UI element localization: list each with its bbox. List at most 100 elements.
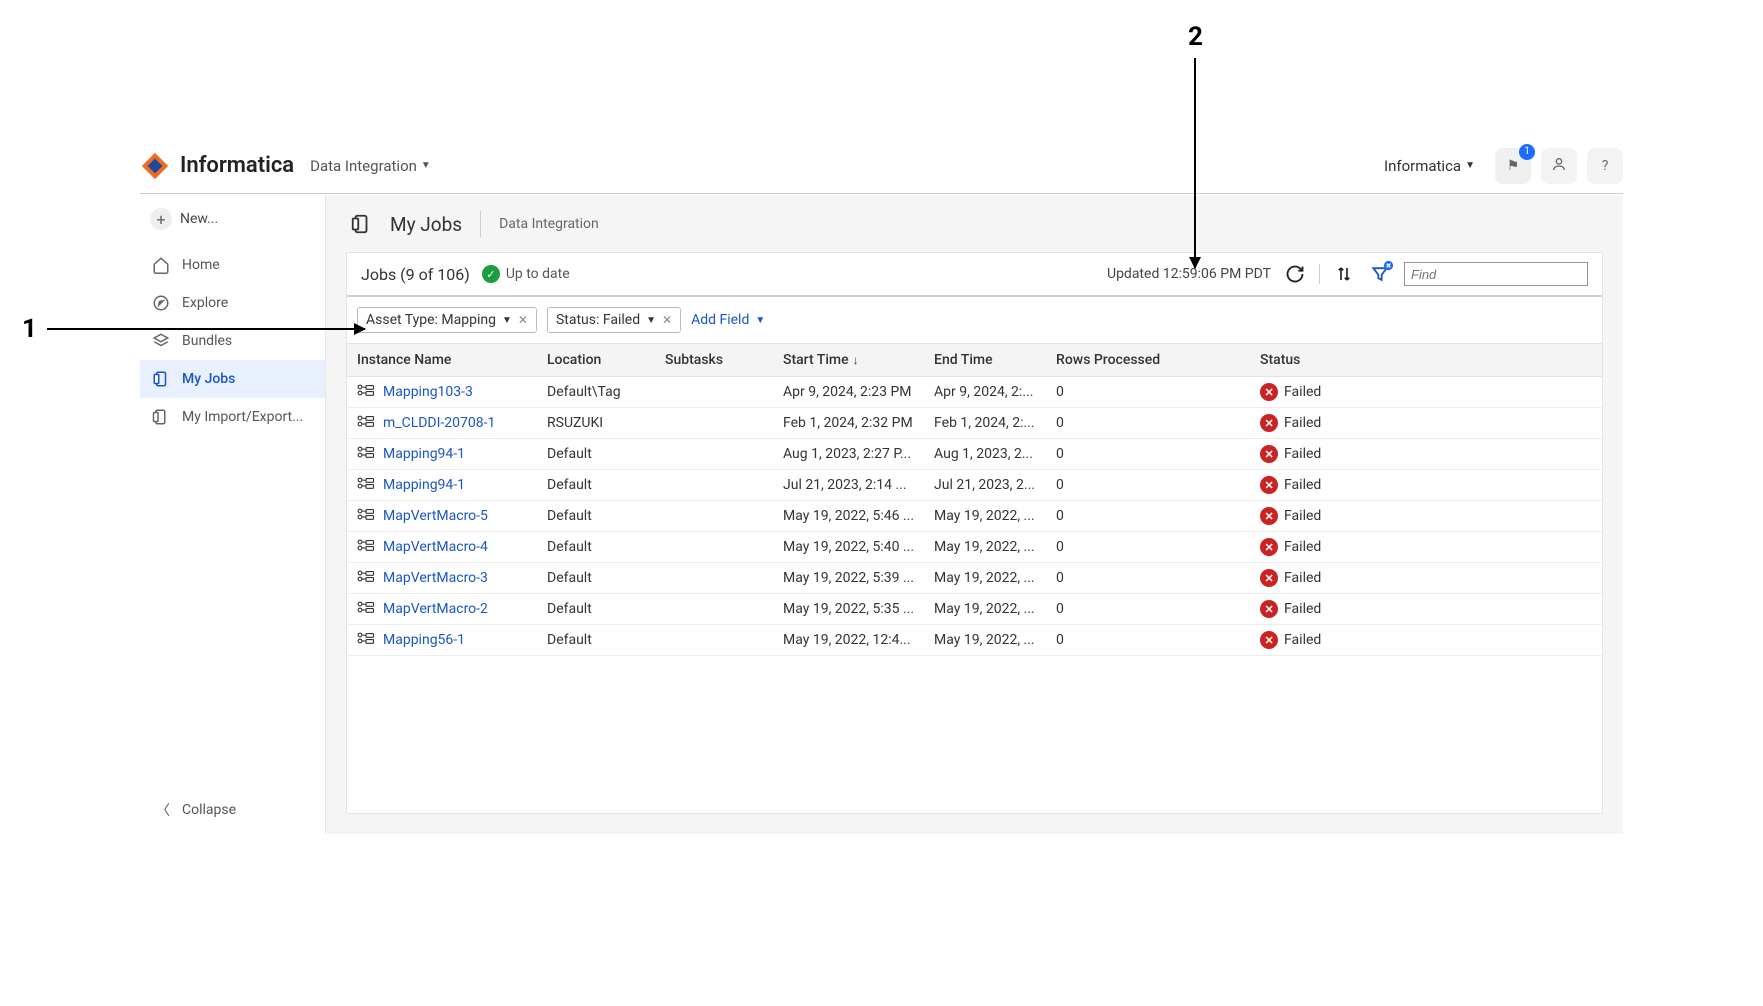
mapping-icon bbox=[357, 445, 375, 463]
chevron-down-icon: ▼ bbox=[502, 315, 512, 326]
mapping-icon bbox=[357, 414, 375, 432]
help-button[interactable]: ? bbox=[1587, 148, 1623, 184]
col-start-label: Start Time bbox=[783, 352, 849, 368]
instance-link[interactable]: m_CLDDI-20708-1 bbox=[383, 415, 495, 431]
jobs-icon bbox=[152, 370, 170, 388]
org-picker[interactable]: Informatica ▼ bbox=[1384, 157, 1475, 175]
sidebar-item-label: Explore bbox=[182, 295, 228, 311]
cell-rows-processed: 0 bbox=[1046, 377, 1250, 408]
cell-end-time: May 19, 2022, ... bbox=[924, 594, 1046, 625]
find-input[interactable] bbox=[1404, 262, 1588, 286]
check-circle-icon: ✓ bbox=[482, 265, 500, 283]
sidebar-item-my-jobs[interactable]: My Jobs bbox=[140, 360, 325, 398]
new-label: New... bbox=[180, 211, 218, 227]
chevron-left-icon: 〈 bbox=[156, 800, 170, 820]
cell-subtasks bbox=[655, 625, 773, 656]
brand-block: Informatica Data Integration ▼ bbox=[140, 151, 431, 181]
table-header-row: Instance Name Location Subtasks Start Ti… bbox=[347, 344, 1602, 377]
table-row: Mapping94-1DefaultJul 21, 2023, 2:14 ...… bbox=[347, 470, 1602, 501]
instance-link[interactable]: Mapping103-3 bbox=[383, 384, 473, 400]
instance-link[interactable]: MapVertMacro-4 bbox=[383, 539, 488, 555]
notification-badge: 1 bbox=[1519, 144, 1535, 160]
informatica-logo-icon bbox=[140, 151, 170, 181]
sidebar-item-import-export[interactable]: My Import/Export... bbox=[140, 398, 325, 436]
callout-2-number: 2 bbox=[1188, 22, 1203, 52]
cell-location: Default\Tag bbox=[537, 377, 655, 408]
status-label: Failed bbox=[1284, 477, 1321, 493]
cell-subtasks bbox=[655, 532, 773, 563]
status-label: Failed bbox=[1284, 415, 1321, 431]
cell-rows-processed: 0 bbox=[1046, 563, 1250, 594]
cell-start-time: May 19, 2022, 5:40 ... bbox=[773, 532, 924, 563]
mapping-icon bbox=[357, 569, 375, 587]
remove-filter-icon[interactable]: ✕ bbox=[518, 313, 528, 327]
filter-chip-status[interactable]: Status: Failed ▼ ✕ bbox=[547, 307, 681, 333]
product-picker[interactable]: Data Integration ▼ bbox=[310, 157, 431, 175]
chevron-down-icon: ▼ bbox=[421, 160, 431, 171]
instance-link[interactable]: MapVertMacro-3 bbox=[383, 570, 488, 586]
error-circle-icon: ✕ bbox=[1260, 538, 1278, 556]
sort-desc-icon: ↓ bbox=[853, 353, 859, 367]
status-label: Failed bbox=[1284, 446, 1321, 462]
help-icon: ? bbox=[1602, 158, 1609, 174]
col-rows-processed[interactable]: Rows Processed bbox=[1046, 344, 1250, 377]
instance-link[interactable]: MapVertMacro-5 bbox=[383, 508, 488, 524]
cell-start-time: Feb 1, 2024, 2:32 PM bbox=[773, 408, 924, 439]
sidebar-item-home[interactable]: Home bbox=[140, 246, 325, 284]
jobs-table: Instance Name Location Subtasks Start Ti… bbox=[347, 343, 1602, 656]
cell-location: Default bbox=[537, 470, 655, 501]
remove-filter-icon[interactable]: ✕ bbox=[662, 313, 672, 327]
filter-chip-asset-type[interactable]: Asset Type: Mapping ▼ ✕ bbox=[357, 307, 537, 333]
mapping-icon bbox=[357, 476, 375, 494]
cell-subtasks bbox=[655, 408, 773, 439]
col-subtasks[interactable]: Subtasks bbox=[655, 344, 773, 377]
collapse-button[interactable]: 〈 Collapse bbox=[140, 786, 325, 834]
cell-end-time: Feb 1, 2024, 2:... bbox=[924, 408, 1046, 439]
sidebar-item-label: My Import/Export... bbox=[182, 409, 303, 425]
cell-subtasks bbox=[655, 470, 773, 501]
add-field-label: Add Field bbox=[691, 312, 749, 328]
new-button[interactable]: + New... bbox=[150, 204, 315, 234]
add-field-button[interactable]: Add Field ▼ bbox=[691, 312, 765, 328]
user-icon bbox=[1551, 156, 1567, 176]
col-status[interactable]: Status bbox=[1250, 344, 1602, 377]
cell-subtasks bbox=[655, 439, 773, 470]
instance-link[interactable]: Mapping56-1 bbox=[383, 632, 465, 648]
refresh-button[interactable] bbox=[1283, 262, 1307, 286]
error-circle-icon: ✕ bbox=[1260, 476, 1278, 494]
chevron-down-icon: ▼ bbox=[646, 315, 656, 326]
callout-1-arrow bbox=[47, 328, 365, 330]
divider bbox=[480, 211, 481, 237]
filter-button[interactable] bbox=[1368, 262, 1392, 286]
error-circle-icon: ✕ bbox=[1260, 445, 1278, 463]
cell-location: Default bbox=[537, 532, 655, 563]
sort-button[interactable] bbox=[1332, 262, 1356, 286]
cell-subtasks bbox=[655, 563, 773, 594]
instance-link[interactable]: MapVertMacro-2 bbox=[383, 601, 488, 617]
sidebar-item-label: My Jobs bbox=[182, 371, 235, 387]
instance-link[interactable]: Mapping94-1 bbox=[383, 446, 465, 462]
mapping-icon bbox=[357, 507, 375, 525]
col-instance[interactable]: Instance Name bbox=[347, 344, 537, 377]
notifications-button[interactable]: ⚑ 1 bbox=[1495, 148, 1531, 184]
col-end-time[interactable]: End Time bbox=[924, 344, 1046, 377]
instance-link[interactable]: Mapping94-1 bbox=[383, 477, 465, 493]
panel-toolbar: Jobs (9 of 106) ✓ Up to date Updated 12:… bbox=[347, 253, 1602, 297]
user-button[interactable] bbox=[1541, 148, 1577, 184]
col-location[interactable]: Location bbox=[537, 344, 655, 377]
callout-2-arrow bbox=[1194, 58, 1196, 268]
cell-rows-processed: 0 bbox=[1046, 625, 1250, 656]
flag-icon: ⚑ bbox=[1507, 158, 1520, 174]
cell-location: Default bbox=[537, 563, 655, 594]
cell-start-time: May 19, 2022, 12:4... bbox=[773, 625, 924, 656]
cell-location: RSUZUKI bbox=[537, 408, 655, 439]
table-row: Mapping94-1DefaultAug 1, 2023, 2:27 P...… bbox=[347, 439, 1602, 470]
error-circle-icon: ✕ bbox=[1260, 507, 1278, 525]
plus-icon: + bbox=[150, 208, 172, 230]
table-row: Mapping56-1DefaultMay 19, 2022, 12:4...M… bbox=[347, 625, 1602, 656]
cell-end-time: May 19, 2022, ... bbox=[924, 532, 1046, 563]
filter-chip-label: Asset Type: Mapping bbox=[366, 312, 496, 328]
error-circle-icon: ✕ bbox=[1260, 569, 1278, 587]
col-start-time[interactable]: Start Time ↓ bbox=[773, 344, 924, 377]
main-content: My Jobs Data Integration Jobs (9 of 106)… bbox=[326, 196, 1623, 834]
